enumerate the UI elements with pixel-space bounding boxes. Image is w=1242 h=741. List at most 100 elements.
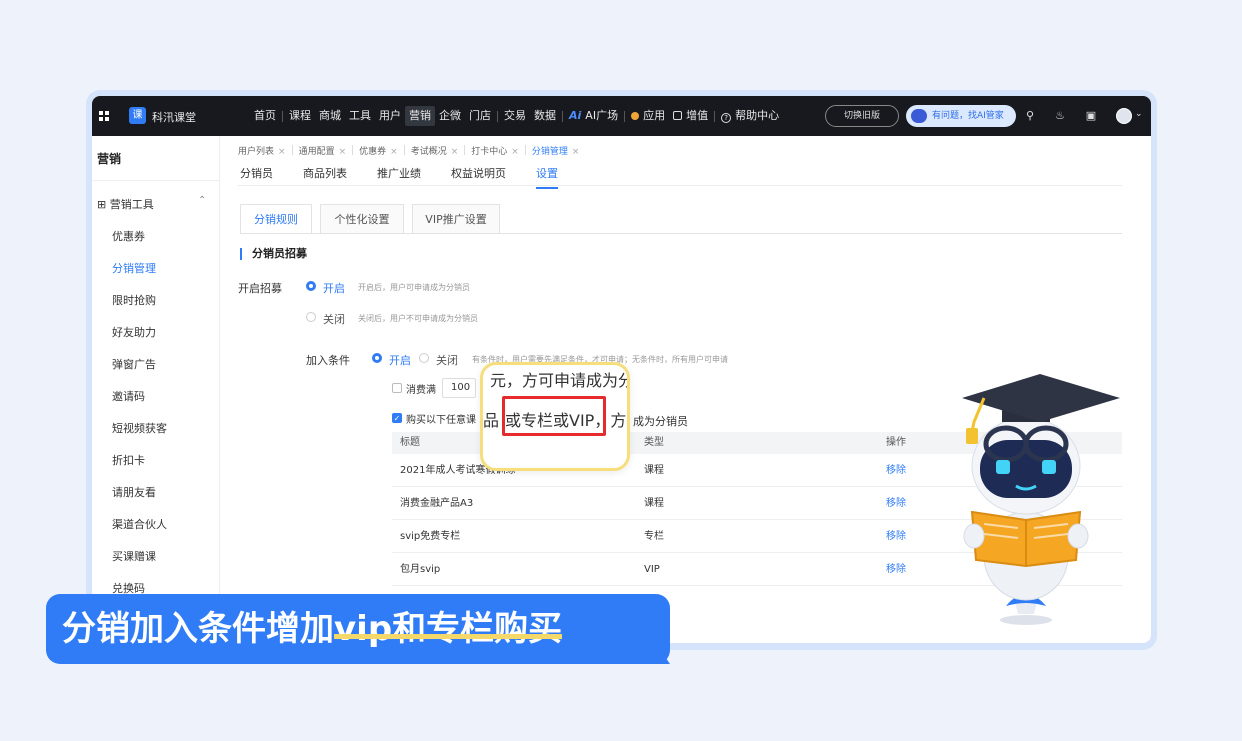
brand-logo-icon: 课 xyxy=(129,107,146,124)
nav-item-home[interactable]: 首页 xyxy=(250,106,280,126)
sidebar-item-distribution[interactable]: 分销管理 xyxy=(112,260,156,276)
nav-item-trade[interactable]: 交易 xyxy=(500,106,530,126)
join-on-label[interactable]: 开启 xyxy=(389,352,411,368)
close-icon[interactable]: × xyxy=(278,147,286,157)
sidebar: 营销 ⊞ 营销工具 ⌃ 优惠券 分销管理 限时抢购 好友助力 弹窗广告 邀请码 … xyxy=(92,136,220,643)
nav-divider xyxy=(714,110,716,122)
sidebar-item-short-video[interactable]: 短视频获客 xyxy=(112,420,167,436)
tab-distribution-rules[interactable]: 分销规则 xyxy=(240,204,312,234)
app-grid-icon[interactable] xyxy=(99,111,109,121)
robot-mascot-illustration xyxy=(962,374,1120,625)
tab-vip-promotion[interactable]: VIP推广设置 xyxy=(412,204,500,234)
recruit-off-label[interactable]: 关闭 xyxy=(323,311,345,327)
sidebar-item-discount-card[interactable]: 折扣卡 xyxy=(112,452,145,468)
recruit-on-hint: 开启后，用户可申请成为分销员 xyxy=(358,283,470,292)
breadcrumb-label: 优惠券 xyxy=(359,147,387,157)
nav-item-value-added[interactable]: 增值 xyxy=(669,106,712,126)
join-on-radio[interactable] xyxy=(372,353,382,363)
sidebar-group-marketing-tools[interactable]: ⊞ 营销工具 xyxy=(97,196,154,212)
breadcrumb-tab[interactable]: 打卡中心 × xyxy=(471,144,519,157)
nav-item-users[interactable]: 用户 xyxy=(375,106,405,126)
breadcrumb-tab[interactable]: 通用配置 × xyxy=(299,144,347,157)
chevron-down-icon[interactable]: ⌄ xyxy=(1135,109,1143,119)
nav-item-marketing[interactable]: 营销 xyxy=(405,106,435,126)
caption-highlight-text: vip和专栏购买 xyxy=(334,609,563,649)
nav-item-wecom[interactable]: 企微 xyxy=(435,106,465,126)
remove-link[interactable]: 移除 xyxy=(886,520,906,553)
nav-item-tools[interactable]: 工具 xyxy=(345,106,375,126)
sidebar-item-friend-help[interactable]: 好友助力 xyxy=(112,324,156,340)
close-icon[interactable]: × xyxy=(451,147,459,157)
remove-link[interactable]: 移除 xyxy=(886,454,906,487)
main-nav: 首页 课程 商城 工具 用户 营销 企微 门店 交易 数据 Ai AI广场 应用 … xyxy=(250,96,783,136)
row-title: 包月svip xyxy=(400,564,441,575)
breadcrumb-label: 考试概况 xyxy=(410,147,447,157)
nav-item-data[interactable]: 数据 xyxy=(530,106,560,126)
search-icon[interactable]: ⚲ xyxy=(1024,110,1036,122)
ai-assistant-label: 有问题，找AI管家 xyxy=(932,111,1004,121)
section-title: 分销员招募 xyxy=(240,248,307,260)
join-off-radio[interactable] xyxy=(419,353,429,363)
spend-condition-checkbox[interactable] xyxy=(392,383,402,393)
remove-link[interactable]: 移除 xyxy=(886,553,906,586)
sidebar-item-invite-friends[interactable]: 请朋友看 xyxy=(112,484,156,500)
bell-icon[interactable]: ♨ xyxy=(1054,110,1066,122)
breadcrumb-divider xyxy=(291,145,293,155)
recruit-off-hint: 关闭后，用户不可申请成为分销员 xyxy=(358,314,478,323)
nav-divider xyxy=(282,110,283,122)
sidebar-item-invite-code[interactable]: 邀请码 xyxy=(112,388,145,404)
breadcrumb-tab[interactable]: 优惠券 × xyxy=(359,144,398,157)
spend-amount-input[interactable]: 100 xyxy=(442,378,476,398)
tab-personalization[interactable]: 个性化设置 xyxy=(320,204,404,234)
recruit-off-radio[interactable] xyxy=(306,312,316,322)
sidebar-item-flash-sale[interactable]: 限时抢购 xyxy=(112,292,156,308)
nav-item-courses[interactable]: 课程 xyxy=(285,106,315,126)
nav-item-stores[interactable]: 门店 xyxy=(465,106,495,126)
top-navigation-bar: 课 科汛课堂 首页 课程 商城 工具 用户 营销 企微 门店 交易 数据 Ai A… xyxy=(92,96,1151,136)
ai-icon: Ai xyxy=(569,109,582,122)
ai-assistant-button[interactable]: 有问题，找AI管家 xyxy=(906,105,1016,127)
recruit-on-label[interactable]: 开启 xyxy=(323,280,345,296)
switch-old-version-button[interactable]: 切换旧版 xyxy=(825,105,899,127)
breadcrumb-label: 通用配置 xyxy=(298,147,335,157)
close-icon[interactable]: × xyxy=(339,147,347,157)
remove-link[interactable]: 移除 xyxy=(886,487,906,520)
sidebar-title: 营销 xyxy=(97,152,122,166)
brand-name: 科汛课堂 xyxy=(152,111,196,124)
sidebar-item-popup-ads[interactable]: 弹窗广告 xyxy=(112,356,156,372)
breadcrumb-tab-active[interactable]: 分销管理 × xyxy=(532,144,580,157)
breadcrumb-tab[interactable]: 用户列表 × xyxy=(238,144,286,157)
sidebar-item-channel-partner[interactable]: 渠道合伙人 xyxy=(112,516,167,532)
panel-icon[interactable]: ▣ xyxy=(1085,110,1097,122)
zoom-text-pre: 品 xyxy=(483,411,500,430)
row-title: svip免费专栏 xyxy=(400,531,461,542)
recruit-label: 开启招募 xyxy=(238,282,282,295)
buy-condition-checkbox[interactable]: ✓ xyxy=(392,413,402,423)
breadcrumb-label: 用户列表 xyxy=(238,147,275,157)
nav-divider xyxy=(497,110,498,122)
user-avatar[interactable] xyxy=(1116,108,1132,124)
nav-item-ai-plaza-label: AI广场 xyxy=(585,109,619,122)
close-icon[interactable]: × xyxy=(572,147,580,157)
sidebar-item-buy-gift[interactable]: 买课赠课 xyxy=(112,548,156,564)
highlight-box xyxy=(502,396,606,436)
breadcrumb-divider xyxy=(464,145,466,155)
caption-banner: 分销加入条件增加vip和专栏购买 xyxy=(46,594,670,664)
recruit-on-radio[interactable] xyxy=(306,281,316,291)
apps-icon xyxy=(631,112,640,120)
join-off-label[interactable]: 关闭 xyxy=(436,352,458,368)
close-icon[interactable]: × xyxy=(511,147,519,157)
sidebar-item-coupons[interactable]: 优惠券 xyxy=(112,228,145,244)
nav-item-help-label: 帮助中心 xyxy=(735,109,780,122)
nav-item-apps[interactable]: 应用 xyxy=(627,106,669,126)
breadcrumb-tab[interactable]: 考试概况 × xyxy=(411,144,459,157)
join-condition-label: 加入条件 xyxy=(306,354,350,367)
sidebar-group-label: 营销工具 xyxy=(109,198,154,211)
close-icon[interactable]: × xyxy=(390,147,398,157)
nav-item-help[interactable]: ? 帮助中心 xyxy=(717,106,783,126)
buy-condition-suffix: 成为分销员 xyxy=(633,415,688,428)
chevron-up-icon[interactable]: ⌃ xyxy=(198,195,206,206)
nav-item-ai-plaza[interactable]: Ai AI广场 xyxy=(565,106,622,126)
nav-item-mall[interactable]: 商城 xyxy=(315,106,345,126)
buy-condition-label: 购买以下任意课 xyxy=(406,415,476,426)
